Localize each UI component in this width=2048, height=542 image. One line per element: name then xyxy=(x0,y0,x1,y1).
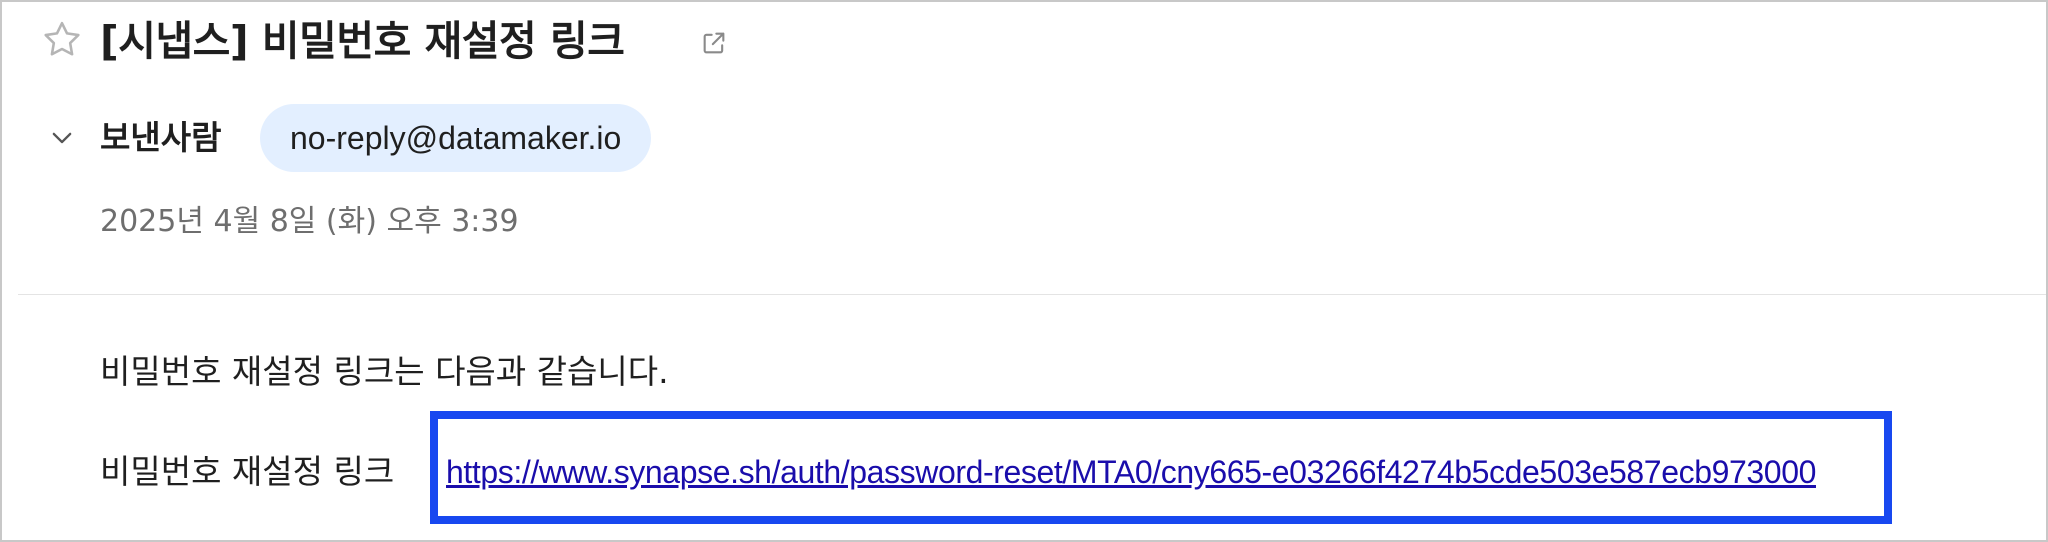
email-date: 2025년 4월 8일 (화) 오후 3:39 xyxy=(100,204,519,239)
reset-link-label: 비밀번호 재설정 링크 xyxy=(100,452,395,491)
open-external-icon[interactable] xyxy=(700,29,728,57)
sender-address-chip[interactable]: no-reply@datamaker.io xyxy=(260,104,652,172)
chevron-down-icon[interactable] xyxy=(48,124,76,152)
sender-label: 보낸사람 xyxy=(100,118,222,157)
email-subject: [시냅스] 비밀번호 재설정 링크 xyxy=(100,17,625,65)
star-icon[interactable] xyxy=(40,18,84,62)
email-viewer: [시냅스] 비밀번호 재설정 링크 보낸사람 no-reply@datamake… xyxy=(0,0,2048,542)
header-divider xyxy=(18,294,2046,295)
body-intro-text: 비밀번호 재설정 링크는 다음과 같습니다. xyxy=(100,352,669,391)
password-reset-link[interactable]: https://www.synapse.sh/auth/password-res… xyxy=(446,449,1816,495)
